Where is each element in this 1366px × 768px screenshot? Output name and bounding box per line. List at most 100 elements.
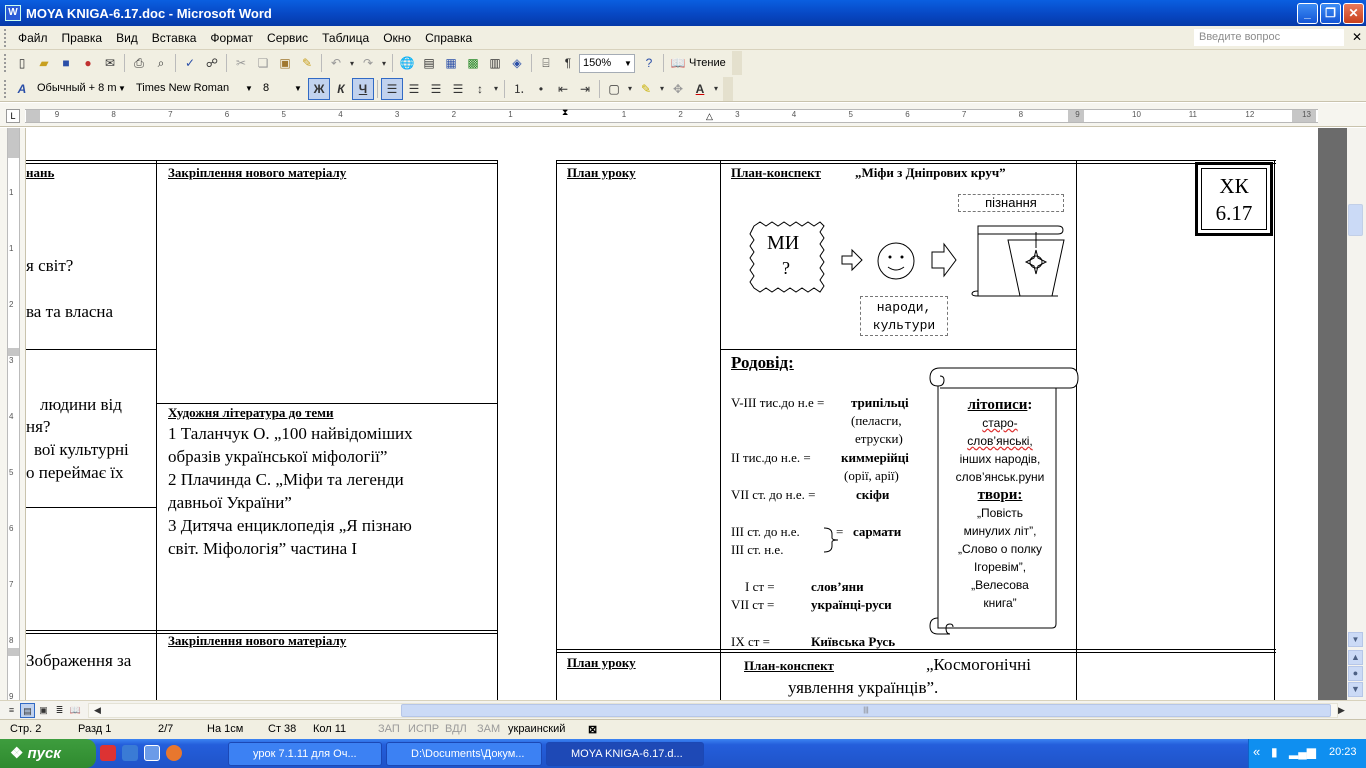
document-page[interactable]: нань я світ? ва та власна людини від ня?…: [26, 128, 1318, 700]
paste-icon[interactable]: ▣: [274, 52, 296, 74]
columns-icon[interactable]: ▥: [484, 52, 506, 74]
line-spacing-dropdown-icon[interactable]: ▾: [491, 78, 501, 100]
format-painter-icon[interactable]: ✎: [296, 52, 318, 74]
menu-file[interactable]: Файл: [11, 31, 55, 45]
spelling-status-icon[interactable]: ⊠: [588, 723, 597, 736]
reading-layout-button[interactable]: Чтение: [689, 57, 726, 69]
internet-explorer-icon[interactable]: [122, 745, 138, 761]
web-view-icon[interactable]: ▤: [20, 703, 35, 718]
menu-tools[interactable]: Сервис: [260, 31, 315, 45]
print-layout-icon[interactable]: ▣: [36, 703, 51, 718]
reading-view-icon[interactable]: 📖: [68, 703, 83, 718]
excel-icon[interactable]: ▩: [462, 52, 484, 74]
hyperlink-icon[interactable]: 🌐: [396, 52, 418, 74]
insert-table-icon[interactable]: ▦: [440, 52, 462, 74]
scroll-left-icon[interactable]: ◀: [90, 703, 105, 718]
normal-view-icon[interactable]: ≡: [4, 703, 19, 718]
show-formatting-icon[interactable]: ¶: [557, 52, 579, 74]
minimize-button[interactable]: _: [1297, 3, 1318, 24]
borders-dropdown-icon[interactable]: ▾: [625, 78, 635, 100]
menu-format[interactable]: Формат: [203, 31, 260, 45]
taskbar-task[interactable]: урок 7.1.11 для Оч...: [228, 742, 382, 766]
signal-icon[interactable]: ▂▄▆: [1289, 745, 1316, 759]
document-map-icon[interactable]: ⌸: [535, 52, 557, 74]
toolbar-options-icon[interactable]: [731, 51, 742, 75]
save-icon[interactable]: ■: [55, 52, 77, 74]
chevron-down-icon[interactable]: ▼: [622, 55, 634, 72]
menu-help[interactable]: Справка: [418, 31, 479, 45]
menu-edit[interactable]: Правка: [55, 31, 110, 45]
horizontal-scrollbar[interactable]: ≡ ▤ ▣ ≣ 📖 ||| ▶ ◀: [0, 700, 1366, 719]
open-icon[interactable]: ▰: [33, 52, 55, 74]
justify-icon[interactable]: ☰: [447, 78, 469, 100]
start-button[interactable]: ❖ пуск: [0, 739, 96, 768]
align-right-icon[interactable]: ☰: [425, 78, 447, 100]
tab-selector[interactable]: L: [6, 109, 20, 123]
print-icon[interactable]: ⎙: [128, 52, 150, 74]
status-ovr[interactable]: ЗАМ: [477, 723, 500, 735]
network-icon[interactable]: ▮: [1271, 745, 1278, 759]
scroll-down-icon[interactable]: ▼: [1348, 632, 1363, 647]
toolbar-grip[interactable]: [4, 28, 7, 47]
bullets-icon[interactable]: •: [530, 78, 552, 100]
toolbar-options-icon[interactable]: [723, 76, 733, 101]
scroll-thumb[interactable]: |||: [401, 704, 1331, 717]
taskbar-task[interactable]: D:\Documents\Докум...: [386, 742, 542, 766]
print-preview-icon[interactable]: ⌕: [150, 52, 172, 74]
next-page-icon[interactable]: ▼: [1348, 682, 1363, 697]
scroll-thumb[interactable]: [1348, 204, 1363, 236]
underline-button[interactable]: Ч: [352, 77, 374, 100]
spelling-icon[interactable]: ✓: [179, 52, 201, 74]
decrease-indent-icon[interactable]: ⇤: [552, 78, 574, 100]
previous-page-icon[interactable]: ▲: [1348, 650, 1363, 665]
redo-dropdown-icon[interactable]: ▾: [379, 52, 389, 74]
tray-arrow-icon[interactable]: «: [1253, 744, 1260, 759]
tables-borders-icon[interactable]: ▤: [418, 52, 440, 74]
toolbar-grip[interactable]: [4, 54, 7, 72]
font-size-select[interactable]: 8 ▼: [259, 79, 305, 98]
vertical-ruler[interactable]: 1123456789: [0, 128, 26, 701]
highlight-dropdown-icon[interactable]: ▾: [657, 78, 667, 100]
status-language[interactable]: украинский: [508, 723, 565, 735]
taskbar-task-active[interactable]: MOYA KNIGA-6.17.d...: [546, 742, 704, 766]
scroll-right-icon[interactable]: ▶: [1334, 703, 1349, 718]
highlight-icon[interactable]: ✎: [635, 78, 657, 100]
research-icon[interactable]: ☍: [201, 52, 223, 74]
bold-button[interactable]: Ж: [308, 77, 330, 100]
toolbar-grip[interactable]: [4, 79, 7, 98]
status-ext[interactable]: ВДЛ: [445, 723, 467, 735]
font-color-dropdown-icon[interactable]: ▾: [711, 78, 721, 100]
undo-dropdown-icon[interactable]: ▾: [347, 52, 357, 74]
close-document-icon[interactable]: ✕: [1352, 30, 1362, 44]
status-rec[interactable]: ЗАП: [378, 723, 400, 735]
permission-icon[interactable]: ●: [77, 52, 99, 74]
styles-pane-icon[interactable]: A: [11, 78, 33, 100]
menu-insert[interactable]: Вставка: [145, 31, 204, 45]
menu-table[interactable]: Таблица: [315, 31, 376, 45]
line-spacing-icon[interactable]: ↕: [469, 78, 491, 100]
increase-indent-icon[interactable]: ⇥: [574, 78, 596, 100]
copy-icon[interactable]: ❏: [252, 52, 274, 74]
scroll-track[interactable]: |||: [88, 703, 1338, 718]
cut-icon[interactable]: ✂: [230, 52, 252, 74]
italic-button[interactable]: К: [330, 78, 352, 100]
maximize-button[interactable]: ❐: [1320, 3, 1341, 24]
drawing-icon[interactable]: ◈: [506, 52, 528, 74]
chevron-down-icon[interactable]: ▼: [243, 80, 255, 97]
align-left-icon[interactable]: ☰: [381, 77, 403, 100]
vertical-scrollbar[interactable]: ▼ ▲ ● ▼: [1318, 128, 1366, 700]
outline-view-icon[interactable]: ≣: [52, 703, 67, 718]
opera-icon[interactable]: [100, 745, 116, 761]
horizontal-ruler[interactable]: L 9 8 7 6 5 4 3 2 1 1 2 3 4 5 6 7 8 9 10 11 12 13 ⧗ △: [0, 103, 1366, 127]
chevron-down-icon[interactable]: ▼: [292, 80, 304, 97]
reading-layout-icon[interactable]: 📖: [667, 52, 689, 74]
new-icon[interactable]: ▯: [11, 52, 33, 74]
help-icon[interactable]: ?: [638, 52, 660, 74]
borders-icon[interactable]: ▢: [603, 78, 625, 100]
text-effects-icon[interactable]: ✥: [667, 78, 689, 100]
firefox-icon[interactable]: [166, 745, 182, 761]
zoom-select[interactable]: 150% ▼: [579, 53, 635, 73]
status-trk[interactable]: ИСПР: [408, 723, 439, 735]
redo-icon[interactable]: ↷: [357, 52, 379, 74]
menu-window[interactable]: Окно: [376, 31, 418, 45]
